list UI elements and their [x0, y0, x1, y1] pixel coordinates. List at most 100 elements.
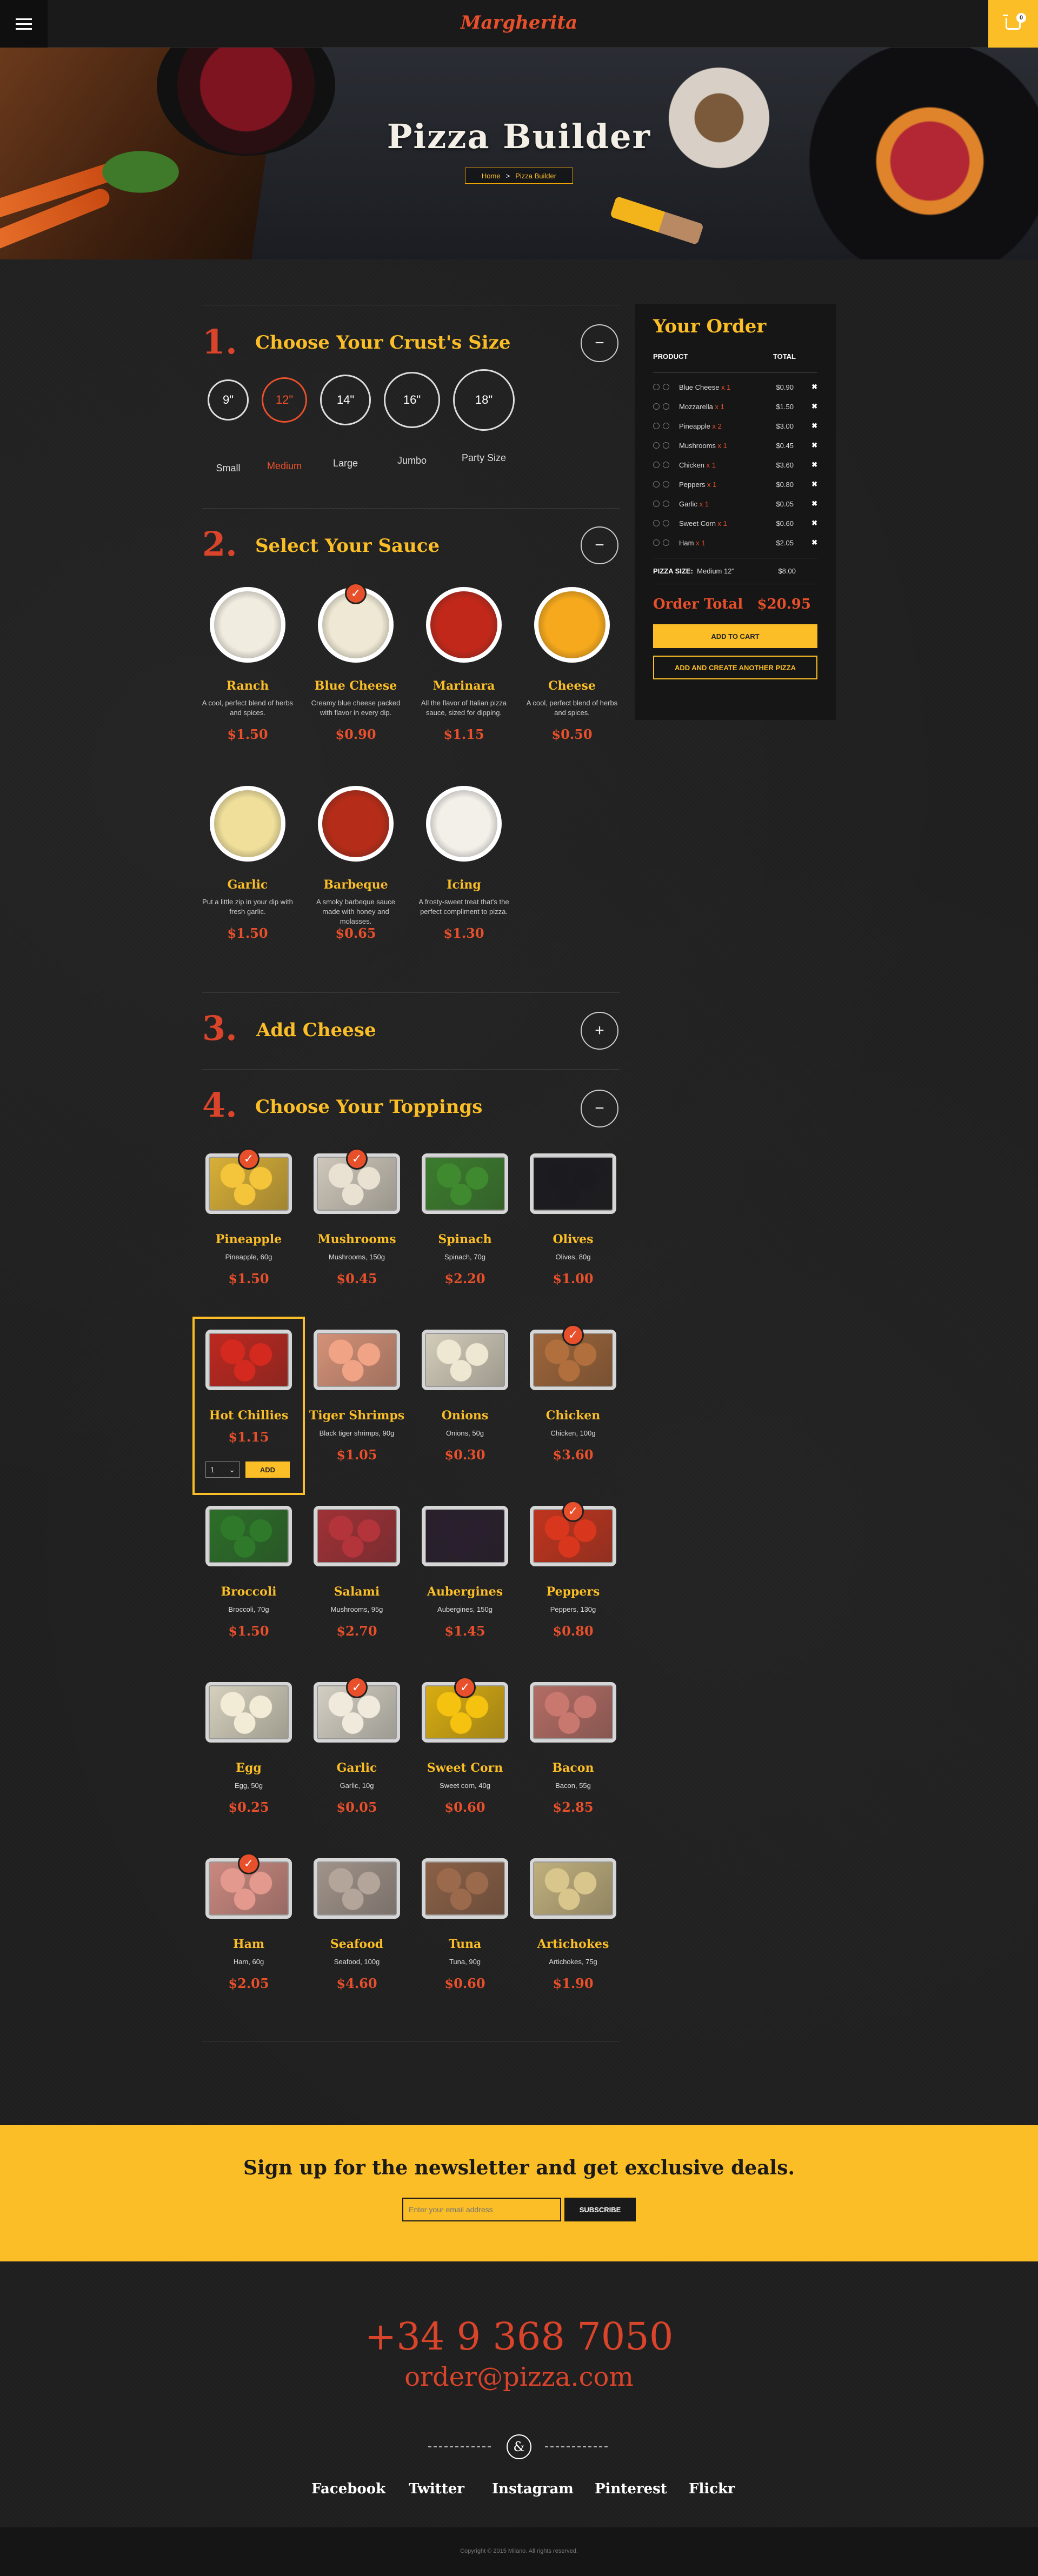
- radio-icon[interactable]: [653, 520, 660, 526]
- radio-icon[interactable]: [653, 539, 660, 546]
- sauce-price: $1.50: [227, 925, 268, 941]
- sauce-name: Ranch: [226, 679, 269, 693]
- topping-card[interactable]: Tiger Shrimps Black tiger shrimps, 90g $1.…: [308, 1330, 405, 1463]
- crust-option[interactable]: 9" Small: [202, 379, 254, 474]
- topping-card[interactable]: Egg Egg, 50g $0.25: [200, 1682, 297, 1815]
- footer-phone[interactable]: +34 9 368 7050: [0, 2314, 1038, 2359]
- radio-icon[interactable]: [653, 384, 660, 390]
- order-item-qty: x 1: [707, 480, 717, 489]
- remove-item-icon[interactable]: ✖: [794, 383, 817, 391]
- add-and-create-another-button[interactable]: ADD AND CREATE ANOTHER PIZZA: [653, 656, 817, 679]
- sauce-description: A cool, perfect blend of herbs and spice…: [202, 699, 294, 717]
- topping-card[interactable]: Spinach Spinach, 70g $2.20: [416, 1153, 514, 1286]
- sauce-card[interactable]: Ranch A cool, perfect blend of herbs and …: [199, 587, 296, 742]
- sauce-price: $1.50: [227, 726, 268, 742]
- topping-card[interactable]: ✓ Peppers Peppers, 130g $0.80: [524, 1500, 622, 1639]
- topping-tray-image: [205, 1682, 292, 1743]
- radio-icon[interactable]: [663, 520, 669, 526]
- order-item-label: Mushrooms: [679, 441, 716, 450]
- topping-tray-image: ✓: [314, 1148, 400, 1214]
- crust-option[interactable]: 12" Medium: [256, 377, 312, 472]
- topping-name: Tuna: [448, 1937, 482, 1951]
- topping-card[interactable]: Seafood Seafood, 100g $4.60: [308, 1858, 405, 1991]
- social-link-instagram[interactable]: Instagram: [492, 2481, 574, 2497]
- page-title: Pizza Builder: [387, 117, 651, 156]
- sauce-card[interactable]: Icing A frosty-sweet treat that's the per…: [415, 786, 513, 941]
- radio-icon[interactable]: [653, 481, 660, 488]
- footer-flourish-right: [545, 2446, 610, 2447]
- expand-cheese-button[interactable]: +: [581, 1012, 618, 1050]
- topping-card[interactable]: Onions Onions, 50g $0.30: [416, 1330, 514, 1463]
- social-link-facebook[interactable]: Facebook: [311, 2481, 385, 2497]
- footer-email[interactable]: order@pizza.com: [0, 2362, 1038, 2392]
- newsletter-email-input[interactable]: [402, 2198, 561, 2221]
- remove-item-icon[interactable]: ✖: [794, 441, 817, 450]
- radio-icon[interactable]: [663, 500, 669, 507]
- cart-button[interactable]: 0: [988, 0, 1038, 48]
- topping-card[interactable]: ✓ Chicken Chicken, 100g $3.60: [524, 1324, 622, 1463]
- topping-card[interactable]: Bacon Bacon, 55g $2.85: [524, 1682, 622, 1815]
- collapse-sauce-button[interactable]: −: [581, 526, 618, 564]
- sauce-bowl-image: [534, 587, 610, 663]
- crust-option[interactable]: 14" Large: [315, 375, 376, 469]
- add-to-cart-button[interactable]: ADD TO CART: [653, 624, 817, 648]
- sauce-card[interactable]: Cheese A cool, perfect blend of herbs and…: [523, 587, 621, 742]
- topping-description: Peppers, 130g: [550, 1605, 596, 1613]
- order-total-row: Order Total $20.95: [653, 596, 817, 612]
- radio-icon[interactable]: [663, 481, 669, 488]
- order-item-name: Mushrooms x 1: [679, 442, 761, 450]
- radio-icon[interactable]: [653, 462, 660, 468]
- site-logo[interactable]: Margherita: [0, 12, 1038, 34]
- social-link-flickr[interactable]: Flickr: [689, 2481, 735, 2497]
- sauce-card[interactable]: ✓ Blue Cheese Creamy blue cheese packed wi…: [307, 583, 404, 742]
- topping-card[interactable]: ✓ Sweet Corn Sweet corn, 40g $0.60: [416, 1677, 514, 1815]
- topping-card[interactable]: ✓ Ham Ham, 60g $2.05: [200, 1853, 297, 1991]
- remove-item-icon[interactable]: ✖: [794, 538, 817, 547]
- topping-card[interactable]: Tuna Tuna, 90g $0.60: [416, 1858, 514, 1991]
- topping-card[interactable]: ✓ Mushrooms Mushrooms, 150g $0.45: [308, 1148, 405, 1286]
- topping-name: Sweet Corn: [427, 1761, 503, 1775]
- remove-item-icon[interactable]: ✖: [794, 480, 817, 489]
- order-item-row: Ham x 1 $2.05 ✖: [653, 533, 817, 552]
- remove-item-icon[interactable]: ✖: [794, 519, 817, 528]
- remove-item-icon[interactable]: ✖: [794, 402, 817, 411]
- radio-icon[interactable]: [653, 403, 660, 410]
- order-item-row: Garlic x 1 $0.05 ✖: [653, 494, 817, 513]
- social-link-pinterest[interactable]: Pinterest: [595, 2481, 667, 2497]
- topping-card[interactable]: Artichokes Artichokes, 75g $1.90: [524, 1858, 622, 1991]
- remove-item-icon[interactable]: ✖: [794, 461, 817, 469]
- topping-tray-image: [314, 1858, 400, 1919]
- hero-banner: Pizza Builder Home > Pizza Builder: [0, 48, 1038, 259]
- radio-icon[interactable]: [663, 403, 669, 410]
- topping-card[interactable]: ✓ Pineapple Pineapple, 60g $1.50: [200, 1148, 297, 1286]
- topping-card[interactable]: Hot Chillies $1.15: [200, 1330, 297, 1445]
- radio-icon[interactable]: [653, 423, 660, 429]
- crust-option[interactable]: 18" Party Size: [448, 369, 520, 464]
- radio-icon[interactable]: [663, 384, 669, 390]
- radio-icon[interactable]: [663, 539, 669, 546]
- hot-chillies-quantity-select[interactable]: 1 ⌄: [205, 1461, 240, 1478]
- radio-icon[interactable]: [663, 423, 669, 429]
- subscribe-button[interactable]: SUBSCRIBE: [564, 2198, 636, 2221]
- hot-chillies-add-button[interactable]: ADD: [245, 1461, 290, 1478]
- topping-price: $1.50: [228, 1623, 269, 1639]
- sauce-card[interactable]: Garlic Put a little zip in your dip with …: [199, 786, 296, 941]
- radio-icon[interactable]: [663, 462, 669, 468]
- sauce-card[interactable]: Barbeque A smoky barbeque sauce made with…: [307, 786, 404, 941]
- topping-card[interactable]: Salami Mushrooms, 95g $2.70: [308, 1506, 405, 1639]
- remove-item-icon[interactable]: ✖: [794, 499, 817, 508]
- collapse-toppings-button[interactable]: −: [581, 1090, 618, 1127]
- social-link-twitter[interactable]: Twitter: [409, 2481, 464, 2497]
- sauce-card[interactable]: Marinara All the flavor of Italian pizza …: [415, 587, 513, 742]
- breadcrumb-home-link[interactable]: Home: [482, 172, 501, 180]
- topping-card[interactable]: Broccoli Broccoli, 70g $1.50: [200, 1506, 297, 1639]
- topping-card[interactable]: ✓ Garlic Garlic, 10g $0.05: [308, 1677, 405, 1815]
- radio-icon[interactable]: [653, 500, 660, 507]
- remove-item-icon[interactable]: ✖: [794, 422, 817, 430]
- topping-card[interactable]: Aubergines Aubergines, 150g $1.45: [416, 1506, 514, 1639]
- topping-card[interactable]: Olives Olives, 80g $1.00: [524, 1153, 622, 1286]
- radio-icon[interactable]: [653, 442, 660, 449]
- collapse-crust-button[interactable]: −: [581, 324, 618, 362]
- radio-icon[interactable]: [663, 442, 669, 449]
- crust-option[interactable]: 16" Jumbo: [378, 372, 445, 466]
